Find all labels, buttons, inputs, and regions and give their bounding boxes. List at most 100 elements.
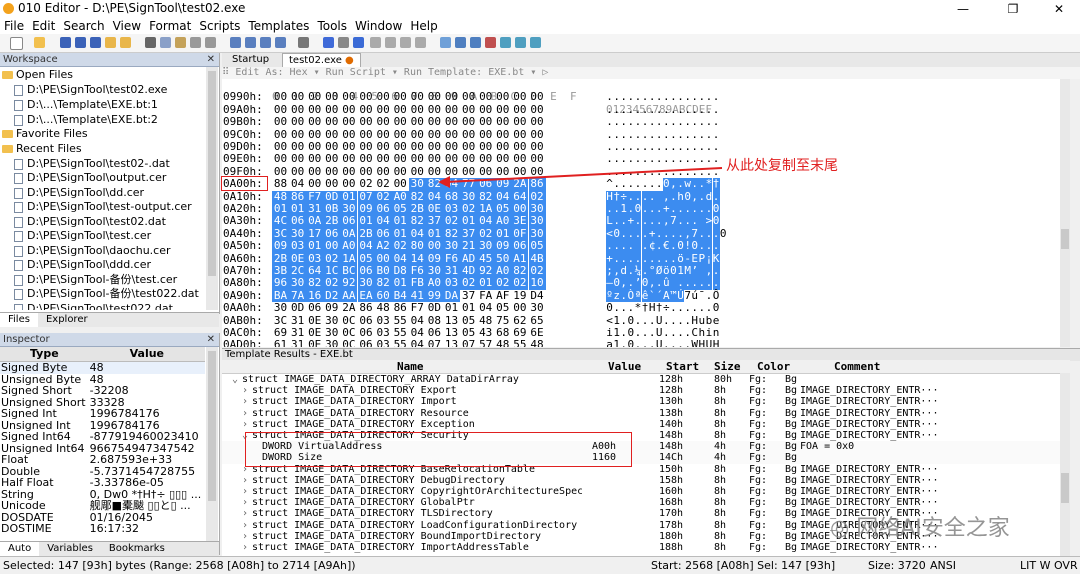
hex-byte[interactable]: 00 xyxy=(289,90,306,103)
edit-as-icon[interactable] xyxy=(338,37,349,48)
hex-byte[interactable]: 06 xyxy=(306,301,323,314)
ascii-char[interactable]: . xyxy=(634,115,642,128)
ascii-char[interactable] xyxy=(634,240,642,253)
table-row[interactable]: Signed Int64 -877919460023410 xyxy=(0,431,205,443)
hex-byte[interactable]: 09 xyxy=(272,239,289,253)
find-in-files-icon[interactable] xyxy=(260,37,271,48)
hex-byte[interactable]: 00 xyxy=(494,115,511,128)
hex-byte[interactable]: 01 xyxy=(443,301,460,314)
ascii-char[interactable]: . xyxy=(691,90,698,103)
hex-byte[interactable]: 01 xyxy=(391,276,409,290)
ascii-char[interactable]: . xyxy=(620,239,628,253)
expand-icon[interactable]: › xyxy=(242,486,252,497)
hex-byte[interactable]: 00 xyxy=(340,115,357,128)
ascii-char[interactable]: 0 xyxy=(677,239,685,253)
save-all-icon[interactable] xyxy=(90,37,101,48)
ascii-char[interactable]: 7 xyxy=(669,214,677,228)
hex-byte[interactable]: 01 xyxy=(391,214,409,228)
hex-byte[interactable]: 02 xyxy=(494,276,512,290)
table-row[interactable]: Double -5.7371454728755 xyxy=(0,466,205,478)
list-item[interactable]: D:\PE\SignTool\test02.dat xyxy=(14,215,166,229)
hex-byte[interactable]: 30 xyxy=(357,276,375,290)
ascii-char[interactable]: . xyxy=(613,214,621,228)
close-icon[interactable]: ✕ xyxy=(207,333,215,346)
menu-tools[interactable]: Tools xyxy=(313,18,351,34)
hex-byte[interactable]: 00 xyxy=(289,115,306,128)
list-item[interactable]: D:\PE\SignTool\test02.exe xyxy=(14,83,167,97)
table-row[interactable]: Unsigned Byte 48 xyxy=(0,374,205,386)
ascii-char[interactable]: . xyxy=(613,239,621,253)
ruler-icon[interactable] xyxy=(385,37,396,48)
list-item[interactable]: D:\PE\SignTool\test022.dat xyxy=(14,302,173,310)
open-files-group[interactable]: Open Files xyxy=(2,68,73,82)
tab-files[interactable]: Files xyxy=(0,313,38,327)
ascii-char[interactable]: . xyxy=(713,90,720,103)
ascii-char[interactable]: 0 xyxy=(613,276,621,290)
hex-byte[interactable]: 01 xyxy=(460,301,477,314)
ascii-char[interactable]: . xyxy=(684,338,691,347)
ascii-char[interactable]: > xyxy=(705,214,713,228)
hex-byte[interactable]: 05 xyxy=(528,239,546,253)
hex-byte[interactable]: 04 xyxy=(289,177,306,190)
hex-byte[interactable]: 30 xyxy=(529,301,546,314)
ascii-char[interactable]: . xyxy=(606,90,613,103)
hex-byte[interactable]: 82 xyxy=(408,214,426,228)
hex-row[interactable]: 0990h: 00 00 00 00 00 00 00 00 00 00 00 00 00 00 00 00..… xyxy=(222,90,1058,103)
hex-byte[interactable]: A0 xyxy=(340,239,358,253)
hex-byte[interactable]: 48 xyxy=(494,338,511,347)
inspector-icon[interactable] xyxy=(455,37,466,48)
ascii-char[interactable]: . xyxy=(627,115,635,128)
hex-byte[interactable]: 00 xyxy=(426,115,443,128)
hex-byte[interactable]: 13 xyxy=(443,338,460,347)
hex-byte[interactable]: 00 xyxy=(529,115,546,128)
expand-icon[interactable]: ⌄ xyxy=(232,374,242,385)
hex-byte[interactable]: 0C xyxy=(340,338,357,347)
ascii-char[interactable]: . xyxy=(684,276,692,290)
hex-row[interactable]: 0A80h: 96 30 82 02 92 30 82 01 FB A0 03 02 01 02 02 10–0… xyxy=(222,276,1058,290)
hex-byte[interactable]: 55 xyxy=(511,338,528,347)
hex-byte[interactable]: 00 xyxy=(375,90,392,103)
hex-byte[interactable]: 00 xyxy=(358,90,375,103)
expand-icon[interactable]: › xyxy=(242,396,252,407)
hex-byte[interactable]: 00 xyxy=(323,152,340,165)
hex-byte[interactable]: 96 xyxy=(272,276,289,290)
expand-icon[interactable]: › xyxy=(242,497,252,508)
close-button[interactable]: ✕ xyxy=(1036,0,1080,18)
ascii-char[interactable]: . xyxy=(620,214,628,228)
expand-icon[interactable]: › xyxy=(242,385,252,396)
hex-byte[interactable]: 30 xyxy=(272,301,289,314)
ascii-char[interactable]: . xyxy=(698,239,706,253)
hex-byte[interactable]: 86 xyxy=(392,301,409,314)
ascii-char[interactable]: . xyxy=(698,276,706,290)
hex-byte[interactable]: 00 xyxy=(426,90,443,103)
list-item[interactable]: D:\PE\SignTool\dd.cer xyxy=(14,186,144,200)
expand-icon[interactable]: › xyxy=(242,408,252,419)
ascii-char[interactable]: ’ xyxy=(634,276,642,290)
table-row[interactable]: Unsigned Int64 966754947347542 xyxy=(0,443,205,455)
hex-byte[interactable]: 00 xyxy=(375,152,392,165)
ascii-char[interactable]: ¢ xyxy=(648,239,656,253)
hex-byte[interactable]: 00 xyxy=(306,90,323,103)
hex-byte[interactable]: 00 xyxy=(425,239,443,253)
expand-icon[interactable]: › xyxy=(242,419,252,430)
menu-window[interactable]: Window xyxy=(351,18,406,34)
tab-explorer[interactable]: Explorer xyxy=(38,313,96,327)
hex-byte[interactable]: 00 xyxy=(409,115,426,128)
hex-byte[interactable]: 82 xyxy=(306,276,324,290)
hex-byte[interactable]: 03 xyxy=(289,239,307,253)
table-row[interactable]: DOSTIME 16:17:32 xyxy=(0,523,205,535)
expand-icon[interactable]: › xyxy=(242,508,252,519)
ascii-char[interactable]: . xyxy=(627,276,635,290)
ascii-char[interactable]: 0 xyxy=(720,227,727,240)
hex-byte[interactable]: 00 xyxy=(392,115,409,128)
ascii-char[interactable]: . xyxy=(634,214,642,228)
paste-icon[interactable] xyxy=(175,37,186,48)
hex-byte[interactable]: 00 xyxy=(392,152,409,165)
hex-byte[interactable]: 00 xyxy=(306,177,323,190)
favorite-files-group[interactable]: Favorite Files xyxy=(2,127,88,141)
table-row[interactable]: Unsigned Short 33328 xyxy=(0,397,205,409)
hex-byte[interactable]: 00 xyxy=(358,152,375,165)
show-whitespace-icon[interactable] xyxy=(415,37,426,48)
hex-byte[interactable]: 03 xyxy=(443,276,460,290)
hex-row[interactable]: 0AD0h: 61 31 0E 30 0C 06 03 55 04 07 13 07 57 48 55 48 a 1… xyxy=(222,338,1058,347)
